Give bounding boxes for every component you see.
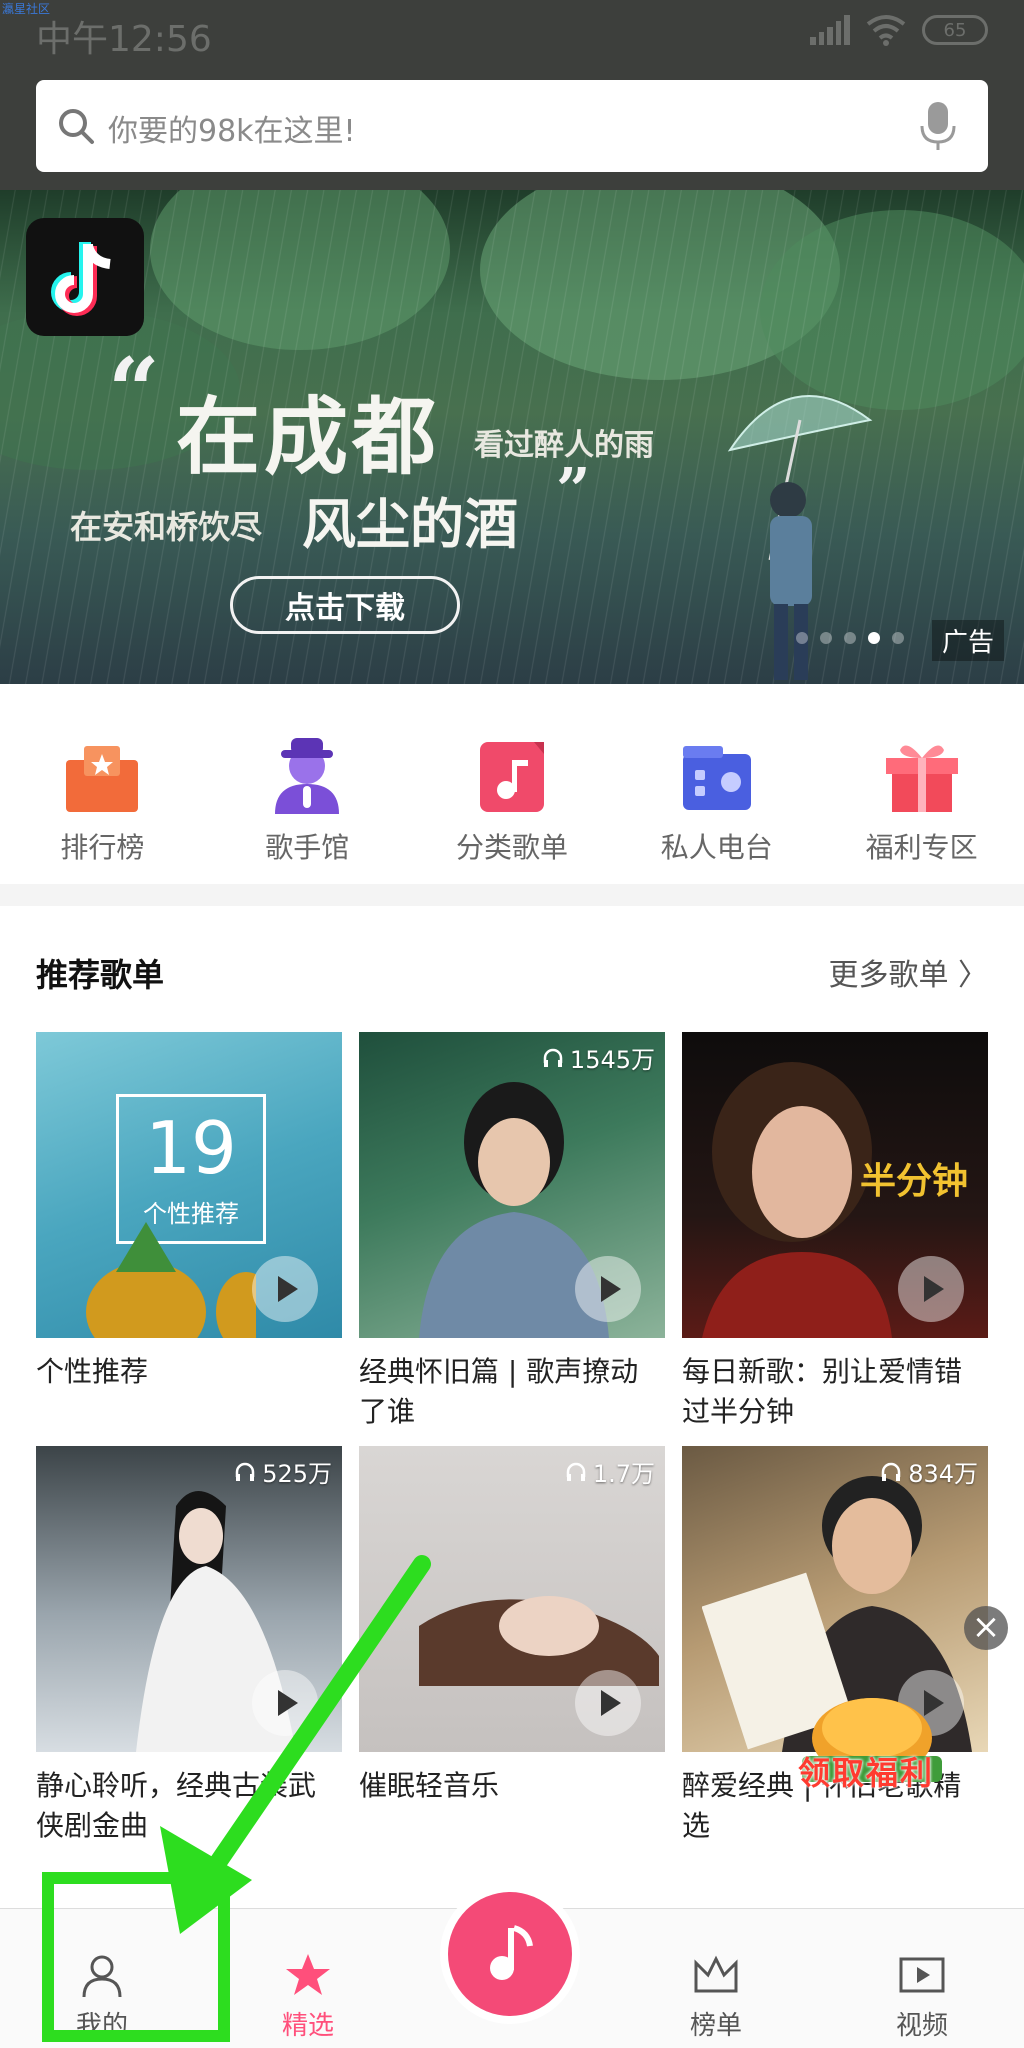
cover-badge-number: 19	[145, 1106, 237, 1190]
status-time: 中午12:56	[36, 19, 212, 60]
banner-subline-2: 在安和桥饮尽	[70, 508, 263, 546]
category-playlist-icon	[479, 742, 544, 812]
carousel-dot[interactable]	[892, 632, 904, 644]
category-label: 福利专区	[865, 831, 978, 864]
playlist-title: 催眠轻音乐	[359, 1769, 500, 1802]
signal-icon	[810, 15, 850, 45]
playlist-card[interactable]: 1.7万 催眠轻音乐	[359, 1446, 665, 1806]
playlist-cover[interactable]: 1.7万	[359, 1446, 665, 1752]
play-count-value: 1.7万	[592, 1460, 655, 1488]
nav-label: 榜单	[689, 2011, 742, 2041]
headphones-icon	[235, 1462, 255, 1481]
download-button[interactable]: 点击下载	[230, 576, 460, 634]
category-label: 排行榜	[60, 831, 145, 864]
playlist-cover[interactable]: 1545万	[359, 1032, 665, 1338]
playlist-card[interactable]: 525万 静心聆听，经典古装武侠剧金曲	[36, 1446, 342, 1846]
status-icons: 65	[810, 14, 988, 46]
search-placeholder: 你要的98k在这里!	[108, 114, 356, 149]
play-count: 1.7万	[565, 1454, 655, 1489]
battery-indicator: 65	[922, 15, 988, 45]
nav-video[interactable]: 视频	[862, 1951, 982, 2042]
category-singer[interactable]: 歌手馆	[205, 684, 410, 884]
playlist-title: 每日新歌：别让爱情错过半分钟	[682, 1355, 963, 1428]
playlist-cover[interactable]: 525万	[36, 1446, 342, 1752]
play-icon[interactable]	[252, 1670, 318, 1736]
carousel-dot-active[interactable]	[868, 632, 880, 644]
music-note-icon	[490, 1925, 533, 1980]
play-count-value: 1545万	[569, 1046, 655, 1074]
search-icon	[59, 109, 94, 144]
play-count: 1545万	[542, 1040, 655, 1075]
section-divider	[0, 884, 1024, 906]
ad-label: 广告	[931, 620, 1004, 661]
category-label: 歌手馆	[265, 831, 350, 864]
play-icon[interactable]	[898, 1256, 964, 1322]
play-count-value: 525万	[262, 1460, 332, 1488]
close-promo-button[interactable]: ×	[964, 1606, 1008, 1650]
radio-icon	[682, 746, 751, 810]
microphone-icon[interactable]	[918, 100, 958, 152]
category-radio[interactable]: 私人电台	[614, 684, 819, 884]
play-icon[interactable]	[575, 1670, 641, 1736]
carousel-indicator	[796, 632, 904, 644]
crown-icon	[694, 1955, 738, 1993]
tiktok-logo-icon	[26, 218, 144, 336]
wifi-icon	[866, 15, 906, 46]
play-icon[interactable]	[575, 1256, 641, 1322]
singer-icon	[275, 738, 340, 814]
category-playlist[interactable]: 分类歌单	[410, 684, 615, 884]
playlist-cover[interactable]: 半分钟	[682, 1032, 988, 1338]
playlist-title: 经典怀旧篇 | 歌声撩动了谁	[359, 1355, 639, 1428]
section-title: 推荐歌单	[36, 956, 165, 994]
pineapple-illustration	[86, 1222, 256, 1338]
more-playlists-link[interactable]: 更多歌单 〉	[828, 950, 988, 994]
nav-label: 视频	[895, 2011, 948, 2041]
nav-featured[interactable]: 精选	[248, 1951, 368, 2042]
player-center-button[interactable]	[448, 1892, 572, 2016]
star-icon	[286, 1954, 330, 1995]
banner-ad[interactable]: “ 在成都 看过醉人的雨 在安和桥饮尽 风尘的酒 ” 点击下载 广告	[0, 190, 1024, 684]
banner-quote-close: ”	[556, 456, 591, 526]
play-count: 525万	[234, 1454, 332, 1489]
headphones-icon	[543, 1048, 563, 1067]
category-row: 排行榜 歌手馆 分类歌单 私人电台 福利专区	[0, 684, 1024, 884]
nav-label: 精选	[281, 2011, 334, 2041]
search-bar[interactable]: 你要的98k在这里!	[36, 80, 988, 172]
banner-headline-2: 风尘的酒	[302, 492, 518, 556]
headphones-icon	[566, 1462, 586, 1481]
banner-headline: 在成都	[176, 387, 441, 486]
playlist-card[interactable]: 19 个性推荐 个性推荐	[36, 1032, 342, 1392]
nav-charts[interactable]: 榜单	[656, 1951, 776, 2042]
playlist-card[interactable]: 半分钟 每日新歌：别让爱情错过半分钟	[682, 1032, 988, 1432]
top-header: 瀛星社区 中午12:56 65 你要的98k在这里!	[0, 0, 1024, 190]
promo-label[interactable]: 领取福利	[798, 1748, 934, 1794]
gift-icon	[885, 745, 958, 812]
playlist-title: 静心聆听，经典古装武侠剧金曲	[36, 1769, 317, 1842]
cover-overlay-text: 半分钟	[860, 1161, 969, 1202]
category-gift[interactable]: 福利专区	[819, 684, 1024, 884]
video-icon	[899, 1957, 945, 1993]
playlist-card[interactable]: 1545万 经典怀旧篇 | 歌声撩动了谁	[359, 1032, 665, 1432]
playlist-title: 个性推荐	[36, 1355, 149, 1388]
category-ranking[interactable]: 排行榜	[0, 684, 205, 884]
carousel-dot[interactable]	[820, 632, 832, 644]
banner-quote-open: “	[108, 338, 160, 444]
carousel-dot[interactable]	[796, 632, 808, 644]
ranking-icon	[66, 746, 139, 812]
category-label: 私人电台	[660, 831, 773, 864]
play-count-value: 834万	[908, 1460, 978, 1488]
playlist-cover[interactable]: 19 个性推荐	[36, 1032, 342, 1338]
singer-photo	[419, 1596, 659, 1686]
category-label: 分类歌单	[455, 831, 568, 864]
highlight-box-annotation	[42, 1872, 230, 2042]
play-icon[interactable]	[252, 1256, 318, 1322]
headphones-icon	[881, 1462, 901, 1481]
carousel-dot[interactable]	[844, 632, 856, 644]
play-count: 834万	[880, 1454, 978, 1489]
